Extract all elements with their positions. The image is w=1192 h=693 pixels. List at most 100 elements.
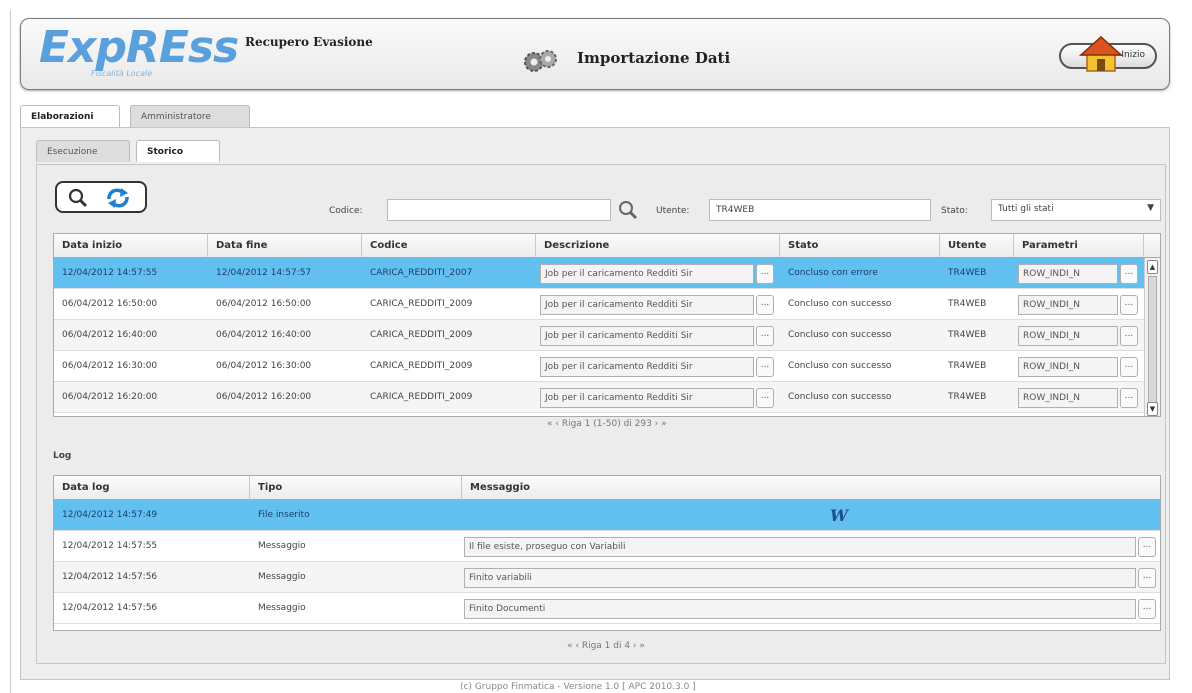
parametri-detail-button[interactable]: ... [1120, 295, 1138, 315]
logo-tagline: Fiscalità Locale [91, 69, 153, 78]
cell-tipo: Messaggio [258, 541, 306, 551]
log-pager[interactable]: « ‹ Riga 1 di 4 › » [567, 641, 645, 651]
parametri-detail-button[interactable]: ... [1120, 388, 1138, 408]
col-header-utente[interactable]: Utente [940, 234, 1014, 258]
page-title: Importazione Dati [577, 49, 731, 67]
descrizione-detail-button[interactable]: ... [756, 388, 774, 408]
col-header-codice[interactable]: Codice [362, 234, 536, 258]
table-row[interactable]: 12/04/2012 14:57:55 12/04/2012 14:57:57 … [54, 258, 1144, 289]
cell-data-inizio: 06/04/2012 16:30:00 [62, 361, 158, 371]
footer-version: (c) Gruppo Finmatica - Versione 1.0 [ AP… [460, 682, 696, 692]
descrizione-detail-button[interactable]: ... [756, 264, 774, 284]
messaggio-detail-button[interactable]: ... [1138, 568, 1156, 588]
cell-parametri: ROW_INDI_N [1018, 357, 1118, 377]
cell-messaggio: Finito Documenti [464, 599, 1136, 619]
cell-descrizione: Job per il caricamento Redditi Sir [540, 295, 754, 315]
col-header-stato[interactable]: Stato [780, 234, 940, 258]
cell-stato: Concluso con successo [788, 392, 892, 402]
cell-messaggio: Finito variabili [464, 568, 1136, 588]
cell-data-log: 12/04/2012 14:57:56 [62, 603, 158, 613]
cell-messaggio [462, 500, 1160, 531]
cell-data-inizio: 12/04/2012 14:57:55 [62, 268, 158, 278]
descrizione-detail-button[interactable]: ... [756, 357, 774, 377]
cell-data-inizio: 06/04/2012 16:50:00 [62, 299, 158, 309]
cell-messaggio: Il file esiste, proseguo con Variabili [464, 537, 1136, 557]
cell-utente: TR4WEB [948, 299, 987, 309]
cell-data-inizio: 06/04/2012 16:40:00 [62, 330, 158, 340]
left-border [10, 10, 11, 693]
tab-esecuzione[interactable]: Esecuzione [36, 140, 130, 162]
tab-elaborazioni[interactable]: Elaborazioni [20, 105, 120, 127]
jobs-table: Data inizio Data fine Codice Descrizione… [53, 233, 1161, 417]
col-header-data-inizio[interactable]: Data inizio [54, 234, 208, 258]
app-window: ExpREss Fiscalità Locale Recupero Evasio… [0, 0, 1192, 693]
cell-codice: CARICA_REDDITI_2009 [370, 299, 473, 309]
toolbar-group [55, 181, 147, 213]
cell-data-log: 12/04/2012 14:57:55 [62, 541, 158, 551]
cell-tipo: Messaggio [258, 603, 306, 613]
home-button-label: Inizio [1121, 50, 1145, 60]
cell-utente: TR4WEB [948, 330, 987, 340]
log-table: Data log Tipo Messaggio 12/04/2012 14:57… [53, 475, 1161, 631]
table-row[interactable]: 06/04/2012 16:40:00 06/04/2012 16:40:00 … [54, 320, 1144, 351]
cell-utente: TR4WEB [948, 268, 987, 278]
cell-descrizione: Job per il caricamento Redditi Sir [540, 326, 754, 346]
table-row[interactable]: 06/04/2012 16:30:00 06/04/2012 16:30:00 … [54, 351, 1144, 382]
jobs-scrollbar[interactable]: ▲ ▼ [1144, 258, 1160, 416]
word-file-icon[interactable]: W [830, 506, 848, 525]
cell-data-fine: 12/04/2012 14:57:57 [216, 268, 312, 278]
descrizione-detail-button[interactable]: ... [756, 326, 774, 346]
cell-codice: CARICA_REDDITI_2009 [370, 361, 473, 371]
tab-amministratore[interactable]: Amministratore [130, 105, 250, 127]
col-header-tipo[interactable]: Tipo [250, 476, 462, 500]
header-bar: ExpREss Fiscalità Locale Recupero Evasio… [20, 18, 1170, 90]
cell-data-inizio: 06/04/2012 16:20:00 [62, 392, 158, 402]
cell-data-log: 12/04/2012 14:57:56 [62, 572, 158, 582]
app-subtitle: Recupero Evasione [245, 35, 373, 49]
col-header-data-log[interactable]: Data log [54, 476, 250, 500]
log-row[interactable]: 12/04/2012 14:57:56 Messaggio Finito Doc… [54, 593, 1160, 624]
cell-descrizione: Job per il caricamento Redditi Sir [540, 388, 754, 408]
table-row[interactable]: 06/04/2012 16:20:00 06/04/2012 16:20:00 … [54, 382, 1144, 413]
refresh-icon[interactable] [105, 187, 131, 212]
cell-data-log: 12/04/2012 14:57:49 [62, 510, 158, 520]
cell-utente: TR4WEB [948, 361, 987, 371]
jobs-pager[interactable]: « ‹ Riga 1 (1-50) di 293 › » [547, 419, 667, 429]
descrizione-detail-button[interactable]: ... [756, 295, 774, 315]
cell-stato: Concluso con successo [788, 330, 892, 340]
chevron-down-icon: ▼ [1147, 203, 1154, 213]
utente-input[interactable] [709, 199, 931, 221]
cell-codice: CARICA_REDDITI_2007 [370, 268, 473, 278]
log-row[interactable]: 12/04/2012 14:57:49 File inserito W [54, 500, 1160, 531]
cell-data-fine: 06/04/2012 16:50:00 [216, 299, 312, 309]
log-row[interactable]: 12/04/2012 14:57:56 Messaggio Finito var… [54, 562, 1160, 593]
messaggio-detail-button[interactable]: ... [1138, 599, 1156, 619]
cell-tipo: File inserito [258, 510, 310, 520]
codice-input[interactable] [387, 199, 611, 221]
col-header-data-fine[interactable]: Data fine [208, 234, 362, 258]
parametri-detail-button[interactable]: ... [1120, 326, 1138, 346]
parametri-detail-button[interactable]: ... [1120, 357, 1138, 377]
scrollbar-track[interactable] [1148, 276, 1157, 404]
search-icon[interactable] [67, 187, 89, 212]
storico-panel: Codice: Utente: Stato: Tutti gli stati ▼… [36, 164, 1166, 664]
messaggio-detail-button[interactable]: ... [1138, 537, 1156, 557]
scroll-down-icon[interactable]: ▼ [1147, 402, 1158, 416]
parametri-detail-button[interactable]: ... [1120, 264, 1138, 284]
tab-storico[interactable]: Storico [136, 140, 220, 162]
gears-icon [521, 49, 561, 76]
stato-selected: Tutti gli stati [998, 204, 1054, 214]
cell-descrizione: Job per il caricamento Redditi Sir [540, 264, 754, 284]
log-row[interactable]: 12/04/2012 14:57:55 Messaggio Il file es… [54, 531, 1160, 562]
col-header-messaggio[interactable]: Messaggio [462, 476, 1160, 500]
col-header-parametri[interactable]: Parametri [1014, 234, 1144, 258]
cell-data-fine: 06/04/2012 16:30:00 [216, 361, 312, 371]
scroll-up-icon[interactable]: ▲ [1147, 260, 1158, 274]
home-button[interactable]: Inizio [1059, 35, 1157, 72]
table-row[interactable]: 06/04/2012 16:50:00 06/04/2012 16:50:00 … [54, 289, 1144, 320]
stato-select[interactable]: Tutti gli stati ▼ [991, 199, 1161, 221]
col-header-descrizione[interactable]: Descrizione [536, 234, 780, 258]
codice-search-icon[interactable] [617, 199, 639, 224]
col-header-spacer [1144, 234, 1160, 258]
utente-label: Utente: [656, 206, 690, 216]
